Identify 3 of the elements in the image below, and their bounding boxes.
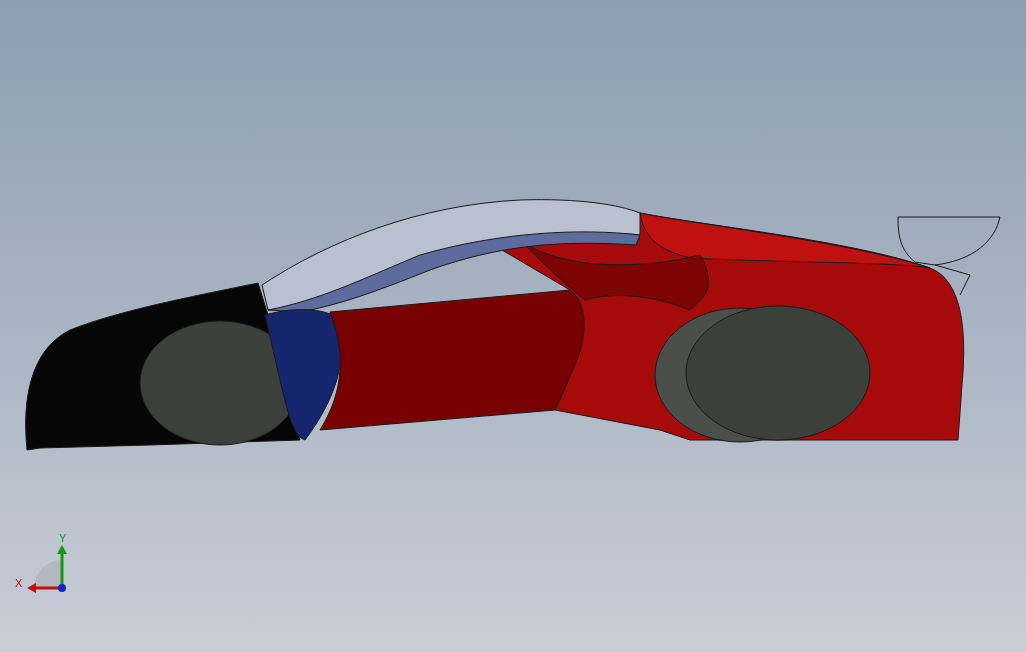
x-axis-label: X bbox=[15, 577, 23, 589]
y-axis-label: Y bbox=[59, 532, 67, 544]
axis-triad-drawing bbox=[27, 545, 67, 593]
